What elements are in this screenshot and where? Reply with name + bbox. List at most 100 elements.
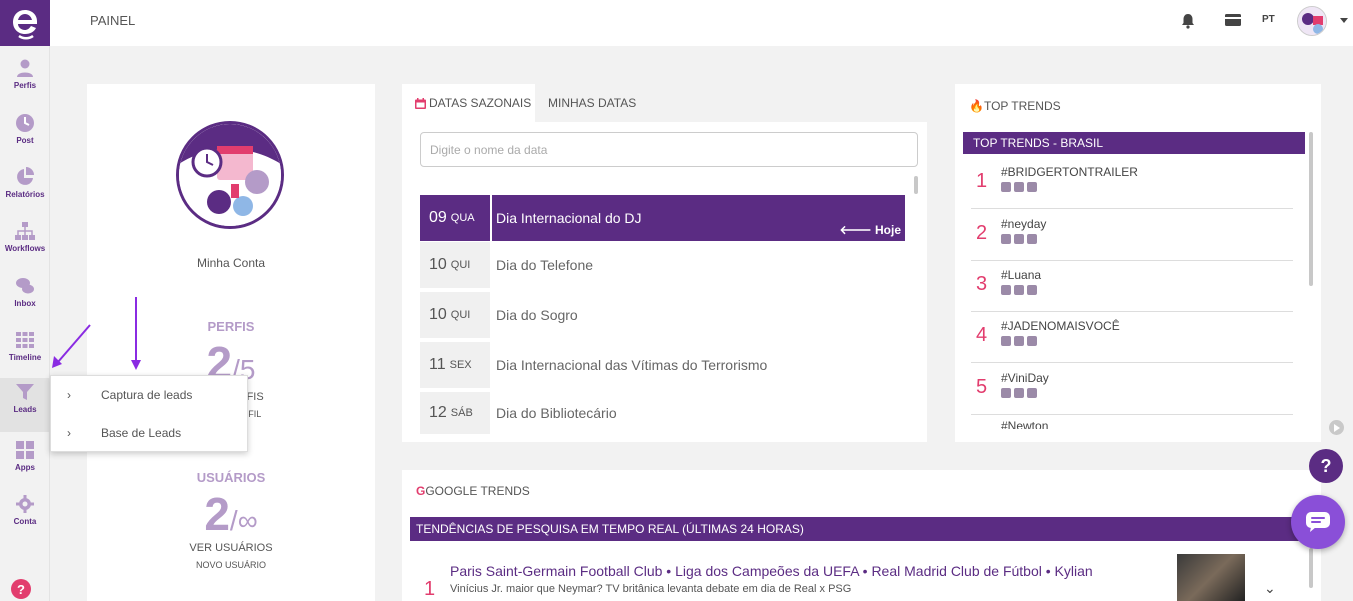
caret-down-icon[interactable]: [1340, 18, 1348, 24]
google-trends-heading: GGOOGLE TRENDS: [416, 484, 530, 498]
page-title: PAINEL: [90, 13, 136, 28]
sidebar-item-label: Conta: [13, 517, 37, 526]
date-search-input[interactable]: [420, 132, 918, 167]
user-icon: [17, 59, 33, 77]
google-trend-title[interactable]: Paris Saint-Germain Football Club • Liga…: [450, 563, 1093, 579]
sidebar-item-workflows[interactable]: Workflows: [0, 217, 50, 269]
facebook-icon[interactable]: [1001, 182, 1011, 192]
facebook-icon[interactable]: [1001, 336, 1011, 346]
trend-item[interactable]: 3 #Luana: [971, 261, 1293, 312]
users-limit: /∞: [229, 505, 258, 536]
sidebar-item-timeline[interactable]: Timeline: [0, 326, 50, 378]
menu-item-label: Base de Leads: [101, 426, 182, 440]
date-row[interactable]: 09 QUA Dia Internacional do DJ 🡐 Hoje: [420, 195, 905, 241]
profiles-title: PERFIS: [207, 319, 255, 334]
language-selector[interactable]: PT: [1262, 14, 1275, 25]
trend-tag: #Luana: [1001, 268, 1042, 282]
trend-rank: 1: [976, 170, 988, 192]
google-trend-subtitle[interactable]: Vinícius Jr. maior que Neymar? TV britân…: [450, 583, 851, 595]
google-trend-thumbnail[interactable]: [1177, 554, 1245, 601]
weekday: SÁB: [450, 407, 473, 419]
user-avatar[interactable]: [1297, 6, 1327, 36]
tab-datas-sazonais[interactable]: DATAS SAZONAIS: [402, 84, 535, 122]
help-button[interactable]: ?: [1309, 449, 1343, 483]
twitter-icon[interactable]: [1027, 234, 1037, 244]
menu-item-captura-de-leads[interactable]: › Captura de leads: [51, 376, 249, 414]
top-bar: PAINEL PT: [50, 0, 1353, 46]
gear-icon: [16, 495, 34, 513]
filter-icon: [16, 384, 34, 400]
account-name: Minha Conta: [196, 256, 266, 270]
play-icon[interactable]: [1329, 420, 1344, 435]
today-button[interactable]: 🡐 Hoje: [839, 222, 901, 237]
help-icon[interactable]: ?: [11, 579, 31, 599]
users-count: 2/∞: [87, 487, 375, 541]
view-users-link[interactable]: VER USUÁRIOS: [87, 542, 375, 554]
date-day: 11 SEX: [420, 342, 490, 388]
credit-card-icon[interactable]: [1225, 14, 1241, 26]
sidebar-item-label: Workflows: [4, 244, 46, 253]
bell-icon[interactable]: [1181, 13, 1195, 29]
date-row[interactable]: 12 SÁB Dia do Bibliotecário: [420, 392, 905, 434]
date-row[interactable]: 10 QUI Dia do Sogro: [420, 292, 905, 338]
twitter-icon[interactable]: [1027, 182, 1037, 192]
trend-item[interactable]: #Newton: [971, 415, 1293, 429]
instagram-icon[interactable]: [1014, 388, 1024, 398]
instagram-icon[interactable]: [1014, 182, 1024, 192]
sidebar-item-label: Post: [16, 136, 34, 145]
trend-rank: 3: [976, 273, 988, 295]
menu-item-base-de-leads[interactable]: › Base de Leads: [51, 414, 249, 452]
instagram-icon[interactable]: [1014, 285, 1024, 295]
twitter-icon[interactable]: [1027, 285, 1037, 295]
trend-item[interactable]: 4 #JADENOMAISVOCÊ: [971, 312, 1293, 363]
date-row[interactable]: 10 QUI Dia do Telefone: [420, 242, 905, 288]
date-row[interactable]: 11 SEX Dia Internacional das Vítimas do T…: [420, 342, 905, 388]
trend-item[interactable]: 5 #ViniDay: [971, 364, 1293, 415]
sidebar-item-leads[interactable]: Leads: [0, 378, 50, 432]
facebook-icon[interactable]: [1001, 234, 1011, 244]
sidebar-item-label: Timeline: [8, 353, 42, 362]
date-name: Dia do Sogro: [496, 307, 578, 323]
chat-button[interactable]: [1291, 495, 1345, 549]
twitter-icon[interactable]: [1027, 388, 1037, 398]
google-trend-rank: 1: [424, 578, 436, 600]
sidebar-item-conta[interactable]: Conta: [0, 490, 50, 542]
trend-tag: #Newton: [1001, 419, 1049, 429]
sidebar-item-label: Relatórios: [5, 190, 45, 199]
sidebar-item-perfis[interactable]: Perfis: [0, 54, 50, 106]
trend-item[interactable]: 2 #neyday: [971, 210, 1293, 261]
chevron-down-icon[interactable]: ⌄: [1264, 580, 1276, 597]
google-trends-subheader: TENDÊNCIAS DE PESQUISA EM TEMPO REAL (ÚL…: [410, 517, 1313, 541]
dates-tabs: DATAS SAZONAIS MINHAS DATAS: [402, 84, 927, 122]
sidebar-item-inbox[interactable]: Inbox: [0, 272, 50, 324]
sidebar-item-label: Perfis: [13, 81, 37, 90]
app-logo[interactable]: [0, 0, 50, 46]
google-icon: G: [416, 484, 426, 498]
new-user-link[interactable]: NOVO USUÁRIO: [87, 560, 375, 570]
trend-item[interactable]: 1 #BRIDGERTONTRAILER: [971, 158, 1293, 209]
trend-rank: 2: [976, 222, 988, 244]
facebook-icon[interactable]: [1001, 285, 1011, 295]
chat-bubbles-icon: [16, 278, 34, 294]
instagram-icon[interactable]: [1014, 336, 1024, 346]
google-trends-scrollbar[interactable]: [1309, 548, 1313, 588]
apps-icon: [16, 441, 34, 459]
trend-networks: [1001, 285, 1037, 295]
tab-minhas-datas[interactable]: MINHAS DATAS: [548, 84, 636, 122]
sidebar-item-relatorios[interactable]: Relatórios: [0, 163, 50, 215]
sidebar-item-post[interactable]: Post: [0, 109, 50, 161]
pie-chart-icon: [17, 167, 34, 185]
menu-item-label: Captura de leads: [101, 388, 193, 402]
day-number: 09: [429, 209, 447, 226]
chat-icon: [1306, 512, 1330, 532]
instagram-icon[interactable]: [1014, 234, 1024, 244]
trends-scrollbar[interactable]: [1309, 132, 1313, 286]
twitter-icon[interactable]: [1027, 336, 1037, 346]
facebook-icon[interactable]: [1001, 388, 1011, 398]
date-day: 09 QUA: [420, 195, 490, 241]
sidebar-item-apps[interactable]: Apps: [0, 436, 50, 488]
weekday: QUI: [450, 259, 471, 271]
dates-scrollbar[interactable]: [914, 176, 918, 194]
account-avatar[interactable]: [176, 121, 284, 229]
trend-tag: #BRIDGERTONTRAILER: [1001, 165, 1138, 179]
